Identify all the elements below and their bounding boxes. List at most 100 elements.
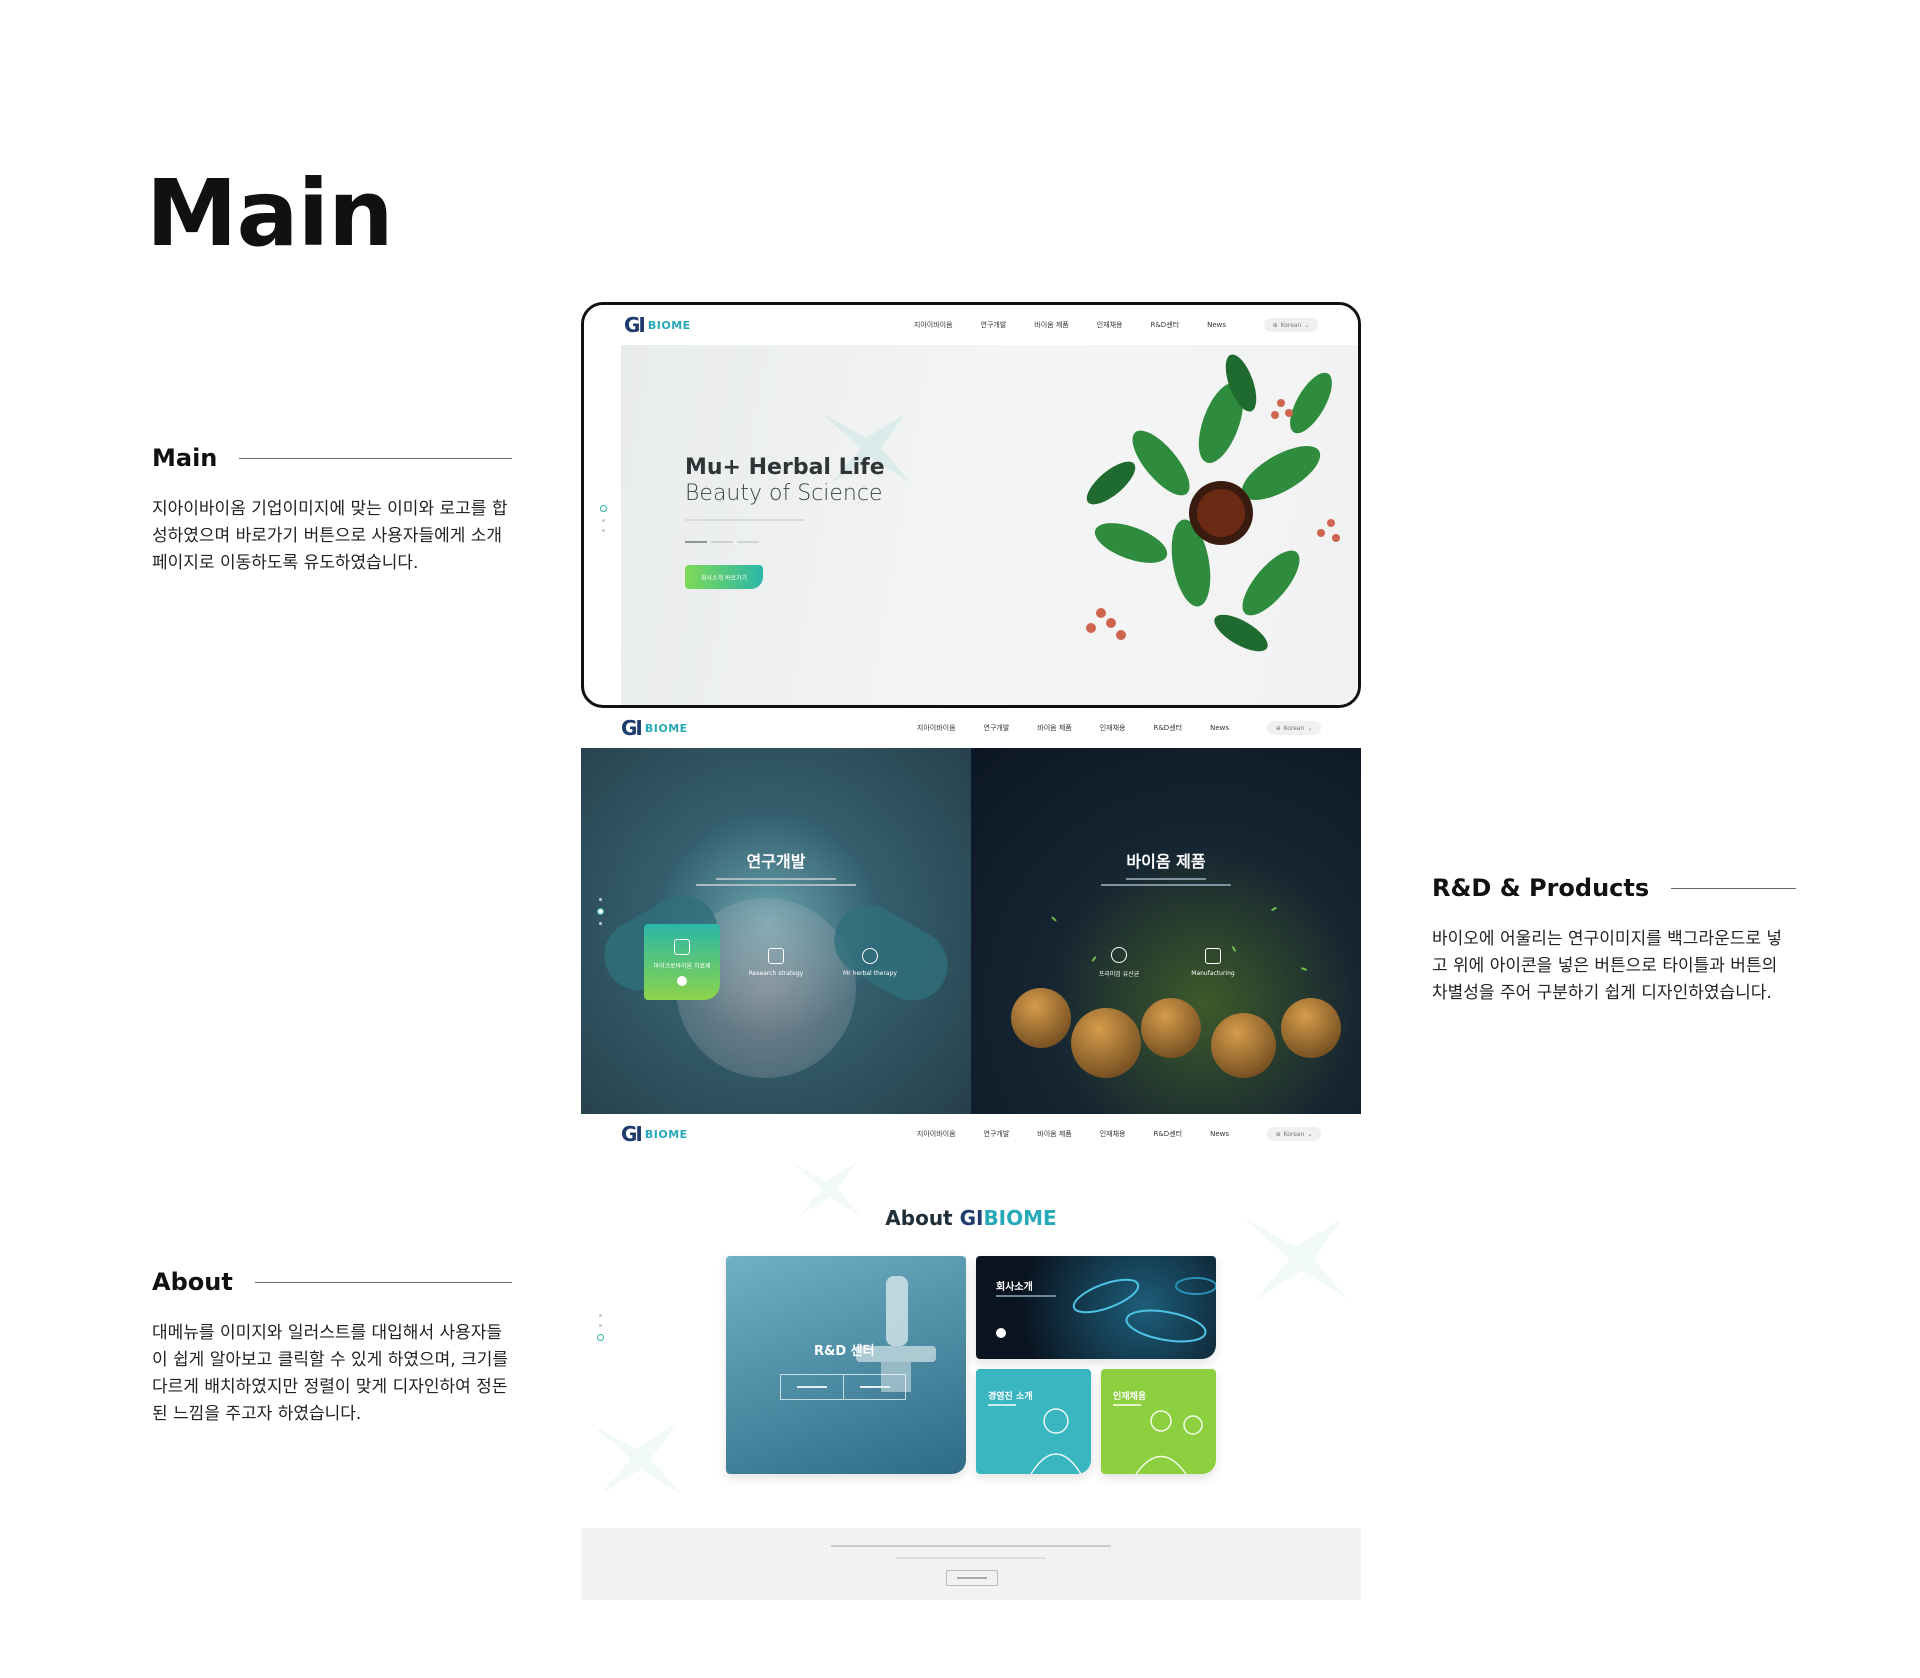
bacteria-image — [1071, 1008, 1141, 1078]
herbal-therapy-card[interactable]: Mr herbal therapy — [832, 924, 908, 1000]
annotation-main-text: 지아이바이옴 기업이미지에 맞는 이미와 로고를 합성하였으며 바로가기 버튼으… — [152, 499, 508, 573]
hero-banner: Mu+ Herbal Life Beauty of Science 회사소개 바… — [621, 343, 1358, 705]
annotation-main: Main 지아이바이옴 기업이미지에 맞는 이미와 로고를 합성하였으며 바로가… — [152, 444, 512, 577]
pagination-dot[interactable] — [597, 908, 604, 915]
bacteria-illustration — [1072, 1277, 1216, 1343]
language-select[interactable]: ⊕ Korean ⌄ — [1267, 721, 1321, 735]
bacteria-image — [1211, 1013, 1276, 1078]
nav-item-careers[interactable]: 인재채용 — [1097, 320, 1123, 330]
nav-item-company[interactable]: 지아이바이옴 — [917, 723, 956, 733]
chevron-down-icon: ⌄ — [1304, 321, 1310, 329]
slide-pagination — [597, 898, 604, 925]
chevron-down-icon: ⌄ — [1307, 1130, 1313, 1138]
products-description — [971, 876, 1361, 892]
pagination-dot[interactable] — [600, 505, 607, 512]
pagination-dot[interactable] — [599, 898, 602, 901]
logo-mark: GI — [621, 716, 643, 740]
logo-mark: GI — [624, 313, 646, 337]
language-label: Korean — [1280, 321, 1302, 329]
pagination-dot[interactable] — [597, 1334, 604, 1341]
nav-item-company[interactable]: 지아이바이옴 — [914, 320, 953, 330]
logo[interactable]: GI BIOME — [621, 1122, 688, 1146]
footer-info-placeholder — [831, 1545, 1111, 1547]
pagination-dot[interactable] — [602, 519, 605, 522]
brand-watermark-icon — [591, 1424, 681, 1494]
nav-item-careers[interactable]: 인재채용 — [1100, 723, 1126, 733]
microbiome-therapy-label: 마이크로바이옴 치료제 — [653, 962, 711, 970]
rd-center-card[interactable]: R&D 센터 — [726, 1256, 966, 1474]
nav-item-products[interactable]: 바이옴 제품 — [1034, 320, 1068, 330]
nav-item-rd-center[interactable]: R&D센터 — [1150, 320, 1179, 330]
nav-item-research[interactable]: 연구개발 — [981, 320, 1007, 330]
language-select[interactable]: ⊕ Korean ⌄ — [1267, 1127, 1321, 1141]
premium-probiotics-card[interactable]: 프리미엄 유산균 — [1081, 924, 1157, 1000]
rd-center-links — [780, 1374, 906, 1400]
about-screen-mockup: GI BIOME 지아이바이옴 연구개발 바이옴 제품 인재채용 R&D센터 N… — [581, 1114, 1361, 1600]
link-label-placeholder — [797, 1385, 827, 1388]
nav-item-careers[interactable]: 인재채용 — [1100, 1129, 1126, 1139]
annotation-about-text: 대메뉴를 이미지와 일러스트를 대입해서 사용자들이 쉽게 알아보고 클릭할 수… — [152, 1323, 509, 1424]
divider — [239, 457, 512, 459]
bacteria-image — [1281, 998, 1341, 1058]
nav-item-rd-center[interactable]: R&D센터 — [1153, 1129, 1182, 1139]
language-label: Korean — [1283, 724, 1305, 732]
rd-center-link-2[interactable] — [843, 1375, 905, 1399]
footer-info — [581, 1544, 1361, 1550]
leadership-card[interactable]: 경영진 소개 — [976, 1369, 1091, 1474]
nav-item-news[interactable]: News — [1210, 724, 1229, 732]
page-title: Main — [146, 160, 394, 267]
nav-item-news[interactable]: News — [1210, 1130, 1229, 1138]
nav-item-research[interactable]: 연구개발 — [984, 1129, 1010, 1139]
pagination-dot[interactable] — [599, 1314, 602, 1317]
language-select[interactable]: ⊕ Korean ⌄ — [1264, 318, 1318, 332]
leadership-title: 경영진 소개 — [988, 1392, 1033, 1402]
hero-progress — [685, 541, 759, 543]
pagination-dot[interactable] — [599, 1324, 602, 1327]
careers-card[interactable]: 인재채용 — [1101, 1369, 1216, 1474]
company-intro-button[interactable]: 회사소개 바로가기 — [685, 565, 763, 589]
research-strategy-card[interactable]: Research strategy — [738, 924, 814, 1000]
nav-item-research[interactable]: 연구개발 — [984, 723, 1010, 733]
arrow-circle-icon — [996, 1328, 1006, 1338]
research-panel: 연구개발 마이크로바이옴 치료제 Research strategy Mr he… — [581, 748, 971, 1114]
divider — [1671, 887, 1796, 889]
pagination-dot[interactable] — [602, 529, 605, 532]
chart-icon — [768, 947, 784, 964]
divider — [254, 1281, 512, 1283]
footer-copyright — [581, 1556, 1361, 1562]
nav-item-products[interactable]: 바이옴 제품 — [1037, 1129, 1071, 1139]
leadership-illustration — [1030, 1408, 1082, 1474]
rd-center-link-1[interactable] — [781, 1375, 843, 1399]
about-title-gi: GI — [959, 1206, 984, 1230]
leadership-subtitle — [988, 1403, 1016, 1409]
privacy-policy-button[interactable] — [946, 1570, 998, 1586]
nav-item-company[interactable]: 지아이바이옴 — [917, 1129, 956, 1139]
research-description — [581, 876, 971, 892]
company-card[interactable]: 회사소개 — [976, 1256, 1216, 1359]
logo-text: BIOME — [644, 1127, 688, 1141]
microbiome-therapy-card[interactable]: 마이크로바이옴 치료제 — [644, 924, 720, 1000]
link-label-placeholder — [859, 1385, 890, 1388]
capsule-icon — [1111, 946, 1127, 963]
nav-item-rd-center[interactable]: R&D센터 — [1153, 723, 1182, 733]
slide-pagination — [597, 1314, 604, 1341]
hero-description — [685, 517, 805, 524]
products-title: 바이옴 제품 — [1126, 852, 1206, 871]
vial-icon — [674, 938, 690, 955]
chevron-down-icon: ⌄ — [1307, 724, 1313, 732]
manufacturing-label: Manufacturing — [1191, 969, 1235, 977]
nav-item-news[interactable]: News — [1207, 321, 1226, 329]
logo[interactable]: GI BIOME — [621, 716, 688, 740]
pagination-dot[interactable] — [599, 922, 602, 925]
microbe-particle — [1270, 906, 1278, 912]
nav-item-products[interactable]: 바이옴 제품 — [1037, 723, 1071, 733]
research-title: 연구개발 — [746, 852, 806, 871]
hero-description-placeholder — [685, 519, 805, 521]
arrow-circle-icon — [677, 975, 687, 986]
site-nav: GI BIOME 지아이바이옴 연구개발 바이옴 제품 인재채용 R&D센터 N… — [581, 708, 1361, 748]
about-title-prefix: About — [885, 1206, 960, 1230]
manufacturing-card[interactable]: Manufacturing — [1175, 924, 1251, 1000]
hero-title: Mu+ Herbal Life — [685, 455, 885, 480]
site-footer — [581, 1528, 1361, 1600]
logo[interactable]: GI BIOME — [624, 313, 691, 337]
